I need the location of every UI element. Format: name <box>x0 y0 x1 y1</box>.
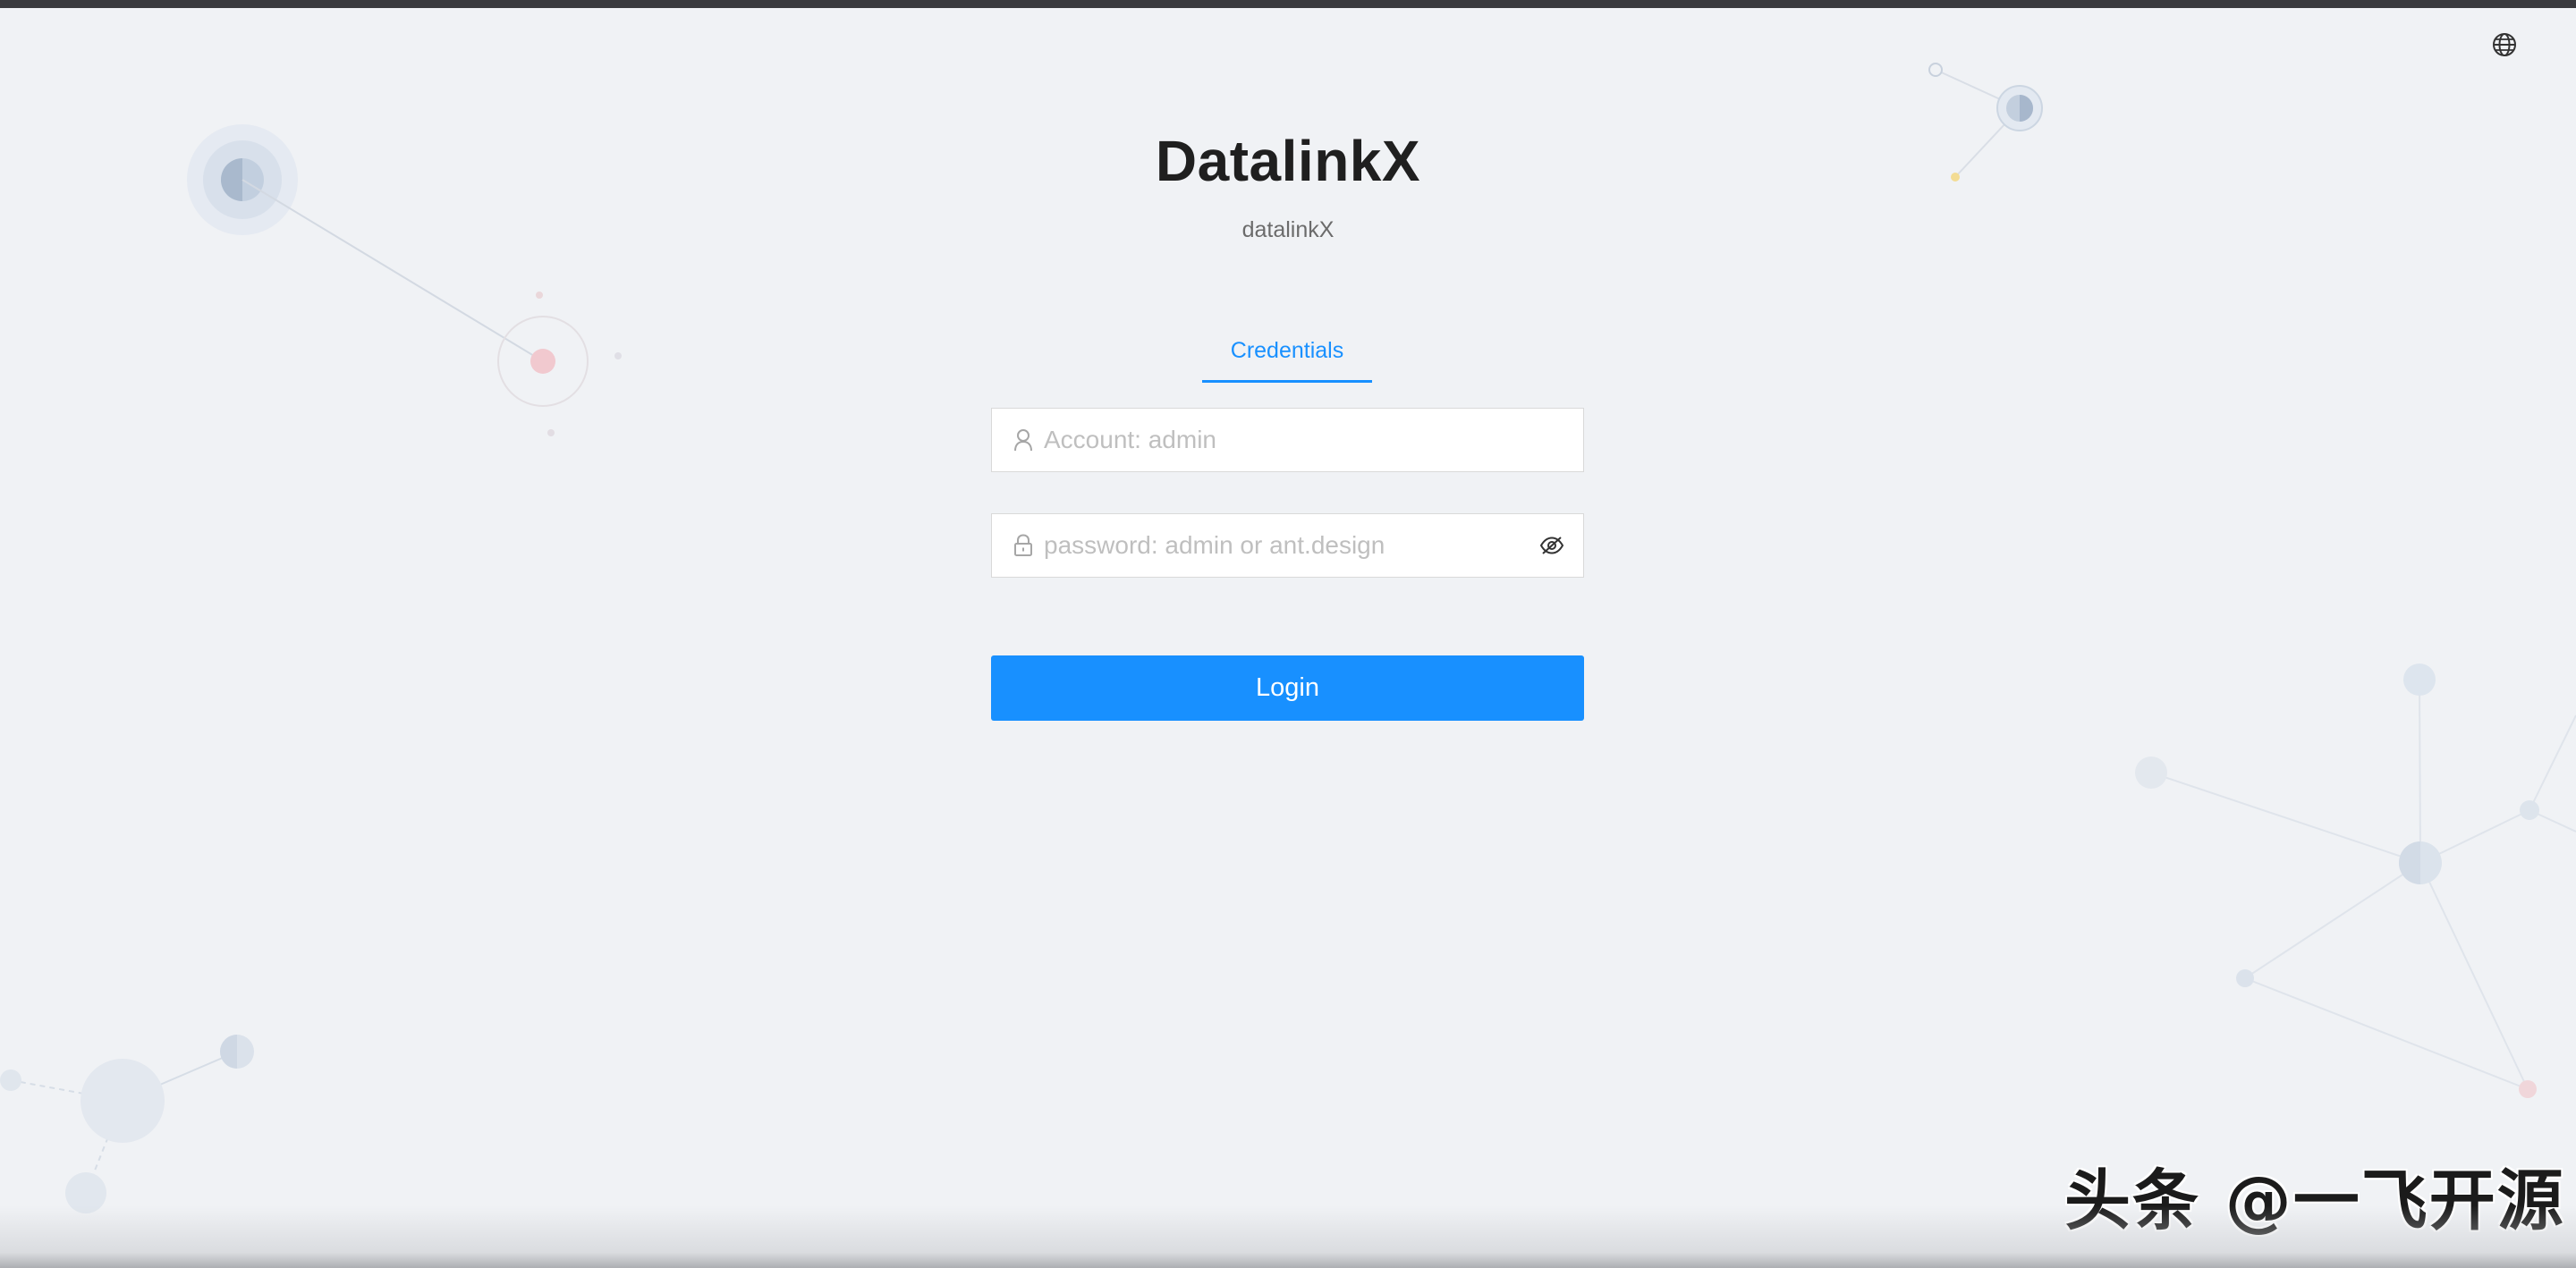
language-switcher-button[interactable] <box>2488 30 2521 63</box>
password-input[interactable] <box>1042 518 1537 573</box>
user-icon <box>1013 427 1033 452</box>
tab-credentials[interactable]: Credentials <box>1202 329 1372 383</box>
bottom-shadow <box>0 1205 2576 1268</box>
login-button[interactable]: Login <box>991 655 1584 721</box>
lock-icon <box>1013 533 1033 558</box>
tab-active-indicator <box>1202 380 1372 383</box>
account-input[interactable] <box>1042 412 1583 468</box>
app-subtitle: datalinkX <box>1241 217 1335 242</box>
app-title: DatalinkX <box>1155 129 1421 193</box>
password-field[interactable] <box>991 513 1584 578</box>
login-header: DatalinkX datalinkX <box>0 125 2576 243</box>
globe-icon <box>2491 31 2518 63</box>
eye-invisible-icon[interactable] <box>1537 530 1567 561</box>
account-field[interactable] <box>991 408 1584 472</box>
